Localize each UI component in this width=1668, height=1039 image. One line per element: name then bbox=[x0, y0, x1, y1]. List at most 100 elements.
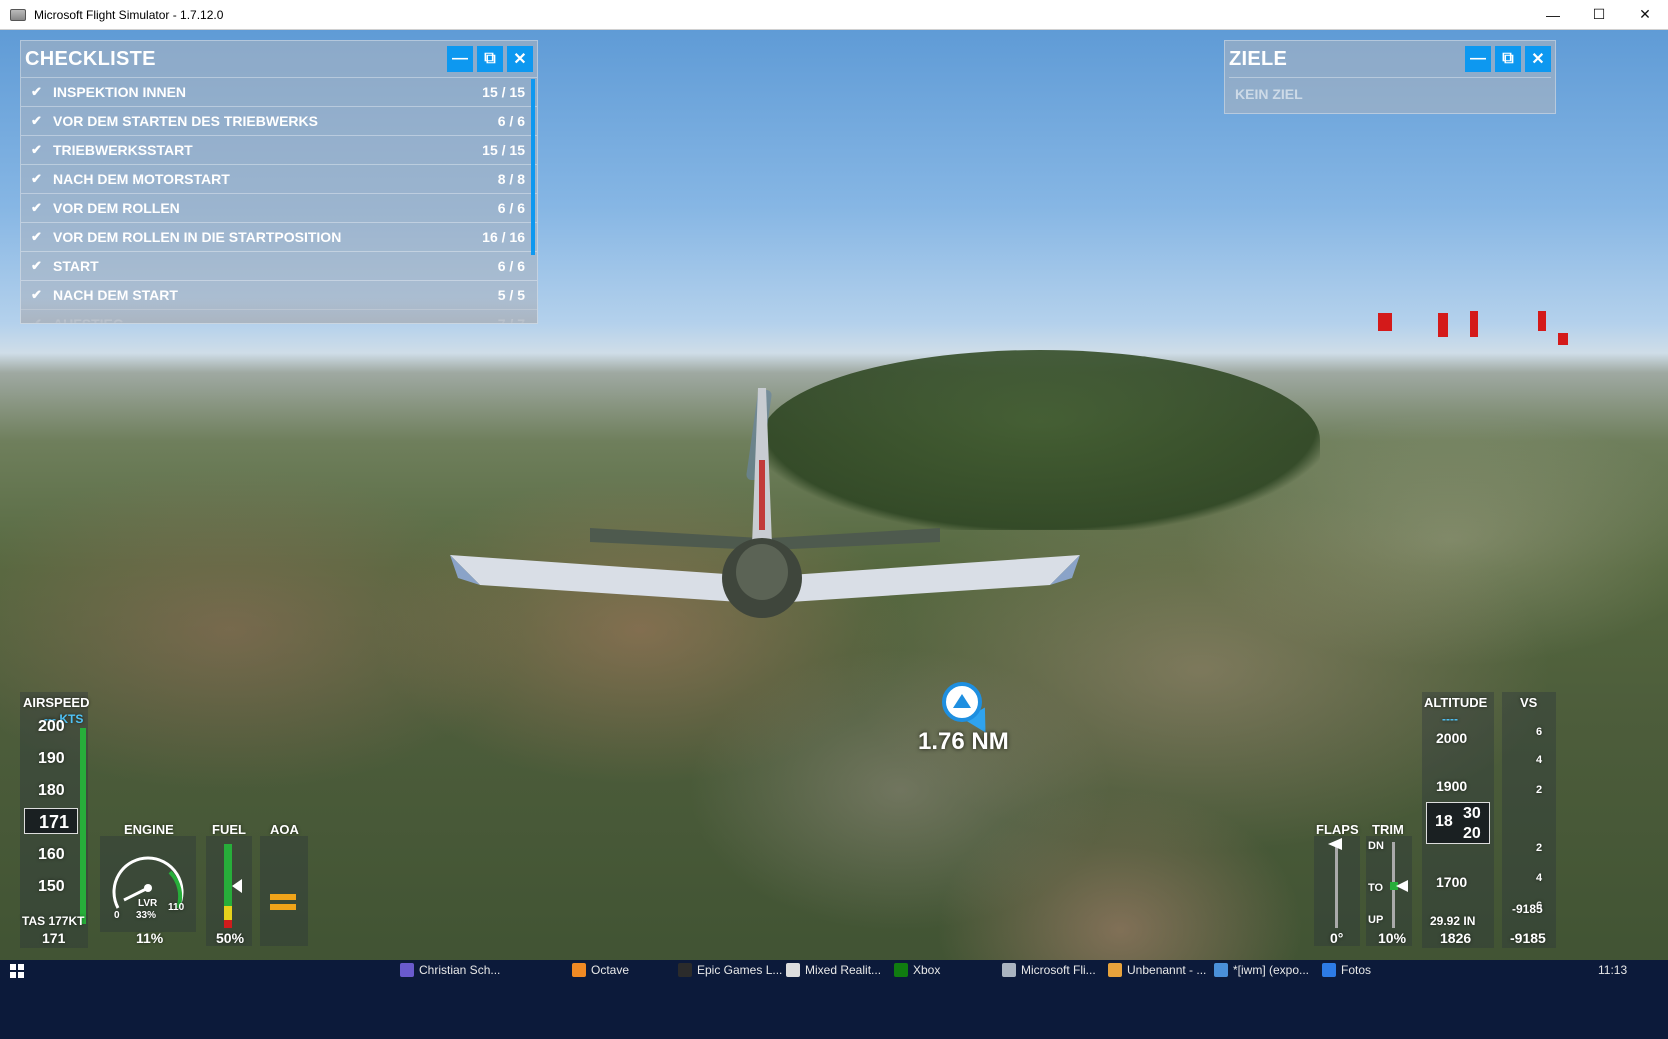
objectives-close-button[interactable]: ✕ bbox=[1525, 46, 1551, 72]
taskbar-app-label: Epic Games L... bbox=[697, 963, 783, 977]
vs-tick: 6 bbox=[1536, 726, 1543, 738]
window-close-button[interactable]: ✕ bbox=[1622, 0, 1668, 30]
trim-label: TRIM bbox=[1372, 822, 1404, 837]
checklist-item-label: VOR DEM STARTEN DES TRIEBWERKS bbox=[53, 113, 318, 129]
taskbar-app-label: Microsoft Fli... bbox=[1021, 963, 1096, 977]
airspeed-label: AIRSPEED bbox=[23, 695, 90, 710]
altitude-label: ALTITUDE bbox=[1424, 695, 1488, 710]
airspeed-value: 171 bbox=[42, 930, 66, 946]
engine-label: ENGINE bbox=[124, 822, 174, 837]
taskbar-app[interactable]: Octave bbox=[572, 961, 629, 979]
vs-readout: -9185 bbox=[1512, 902, 1543, 916]
taskbar-app[interactable]: Xbox bbox=[894, 961, 940, 979]
checklist-item-label: INSPEKTION INNEN bbox=[53, 84, 187, 100]
checklist-scrollbar[interactable] bbox=[531, 79, 535, 255]
vs-tick: 4 bbox=[1536, 872, 1543, 884]
app-root: Microsoft Flight Simulator - 1.7.12.0 — … bbox=[0, 0, 1668, 1039]
app-icon bbox=[678, 963, 692, 977]
flight-scene[interactable]: 1.76 NM CHECKLISTE — ⧉ ✕ ✔ INSPEKTION INN… bbox=[0, 30, 1668, 1009]
taskbar-app[interactable]: *[iwm] (expo... bbox=[1214, 961, 1309, 979]
checklist-item-label: VOR DEM ROLLEN IN DIE STARTPOSITION bbox=[53, 229, 342, 245]
objectives-minimize-button[interactable]: — bbox=[1465, 46, 1491, 72]
checklist-item-count: 8 / 8 bbox=[497, 171, 525, 187]
window-maximize-button[interactable]: ☐ bbox=[1576, 0, 1622, 30]
checklist-item-count: 6 / 6 bbox=[497, 258, 525, 274]
waypoint-marker[interactable] bbox=[942, 682, 982, 722]
fuel-bar-caution bbox=[224, 906, 232, 920]
app-icon bbox=[1002, 963, 1016, 977]
window-controls: — ☐ ✕ bbox=[1530, 0, 1668, 30]
altitude-tick: 1900 bbox=[1436, 778, 1468, 794]
altitude-value: 1826 bbox=[1440, 930, 1472, 946]
checklist-close-button[interactable]: ✕ bbox=[507, 46, 533, 72]
engine-scale-min: 0 bbox=[114, 910, 120, 921]
objectives-empty-text: KEIN ZIEL bbox=[1229, 77, 1551, 109]
engine-lever-label: LVR bbox=[138, 898, 158, 909]
taskbar-clock[interactable]: 11:13 bbox=[1598, 961, 1627, 979]
taskbar-app[interactable]: Microsoft Fli... bbox=[1002, 961, 1096, 979]
trim-up-label: UP bbox=[1368, 914, 1384, 926]
checklist-item[interactable]: ✔ TRIEBWERKSSTART 15 / 15 bbox=[21, 135, 537, 164]
checklist-item-label: TRIEBWERKSSTART bbox=[53, 142, 193, 158]
checklist-fade bbox=[21, 297, 537, 323]
altitude-current-hundreds: 18 bbox=[1435, 813, 1453, 830]
check-icon: ✔ bbox=[31, 142, 42, 157]
check-icon: ✔ bbox=[31, 113, 42, 128]
start-icon[interactable] bbox=[10, 964, 24, 978]
trim-to-label: TO bbox=[1368, 882, 1384, 894]
objectives-panel: ZIELE — ⧉ ✕ KEIN ZIEL bbox=[1224, 40, 1556, 114]
airspeed-current: 171 bbox=[39, 812, 70, 832]
check-icon: ✔ bbox=[31, 200, 42, 215]
taskbar-app[interactable]: Christian Sch... bbox=[400, 961, 500, 979]
taskbar-app-label: Xbox bbox=[913, 963, 941, 977]
aoa-bar-1 bbox=[270, 894, 296, 900]
check-icon: ✔ bbox=[31, 229, 42, 244]
airspeed-tick: 200 bbox=[38, 718, 65, 735]
checklist-list: ✔ INSPEKTION INNEN 15 / 15 ✔ VOR DEM STARTEN… bbox=[21, 77, 537, 323]
taskbar-app-label: Octave bbox=[591, 963, 630, 977]
taskbar-app[interactable]: Mixed Realit... bbox=[786, 961, 881, 979]
checklist-popout-button[interactable]: ⧉ bbox=[477, 46, 503, 72]
checklist-item-count: 16 / 16 bbox=[482, 229, 525, 245]
checklist-item[interactable]: ✔ INSPEKTION INNEN 15 / 15 bbox=[21, 77, 537, 106]
checklist-item[interactable]: ✔ START 6 / 6 bbox=[21, 251, 537, 280]
taskbar-app[interactable]: Unbenannt - ... bbox=[1108, 961, 1206, 979]
aoa-label: AOA bbox=[270, 822, 299, 837]
objectives-popout-button[interactable]: ⧉ bbox=[1495, 46, 1521, 72]
horizon-markers bbox=[1378, 311, 1568, 345]
flaps-pointer-icon bbox=[1328, 838, 1342, 850]
checklist-item[interactable]: ✔ VOR DEM ROLLEN IN DIE STARTPOSITION 16 /… bbox=[21, 222, 537, 251]
checklist-item[interactable]: ✔ NACH DEM MOTORSTART 8 / 8 bbox=[21, 164, 537, 193]
window-minimize-button[interactable]: — bbox=[1530, 0, 1576, 30]
flaps-label: FLAPS bbox=[1316, 822, 1359, 837]
airspeed-tick: 150 bbox=[38, 878, 65, 895]
checklist-item[interactable]: ✔ VOR DEM STARTEN DES TRIEBWERKS 6 / 6 bbox=[21, 106, 537, 135]
engine-lever-pct: 33% bbox=[136, 910, 157, 921]
altitude-current-box: 18 30 20 bbox=[1426, 802, 1490, 844]
trim-value: 10% bbox=[1378, 930, 1407, 946]
window-titlebar: Microsoft Flight Simulator - 1.7.12.0 — … bbox=[0, 0, 1668, 30]
aircraft bbox=[450, 388, 1080, 618]
waypoint-distance: 1.76 NM bbox=[918, 728, 1009, 755]
taskbar-app[interactable]: Fotos bbox=[1322, 961, 1371, 979]
fuel-value: 50% bbox=[216, 930, 245, 946]
checklist-item[interactable]: ✔ VOR DEM ROLLEN 6 / 6 bbox=[21, 193, 537, 222]
vs-tick: 4 bbox=[1536, 754, 1543, 766]
trim-dn-label: DN bbox=[1368, 840, 1384, 852]
taskbar-app-label: Christian Sch... bbox=[419, 963, 501, 977]
objectives-header: ZIELE — ⧉ ✕ bbox=[1225, 41, 1555, 77]
checklist-panel: CHECKLISTE — ⧉ ✕ ✔ INSPEKTION INNEN 15 / 1… bbox=[20, 40, 538, 324]
aoa-bar-2 bbox=[270, 904, 296, 910]
taskbar-app[interactable]: Epic Games L... bbox=[678, 961, 782, 979]
altitude-current-tens-bottom: 20 bbox=[1463, 825, 1481, 842]
altitude-current-tens-top: 30 bbox=[1463, 805, 1481, 822]
checklist-minimize-button[interactable]: — bbox=[447, 46, 473, 72]
altitude-tick: 1700 bbox=[1436, 874, 1468, 890]
vertical-speed-indicator: VS 6 4 2 2 4 6 -9185 bbox=[1502, 692, 1556, 948]
airspeed-green-arc bbox=[80, 728, 86, 924]
checklist-item-count: 6 / 6 bbox=[497, 200, 525, 216]
vs-value: -9185 bbox=[1510, 930, 1546, 946]
airspeed-tas: TAS 177KT bbox=[22, 914, 85, 928]
vs-tick: 2 bbox=[1536, 784, 1543, 796]
window-title: Microsoft Flight Simulator - 1.7.12.0 bbox=[34, 7, 224, 22]
